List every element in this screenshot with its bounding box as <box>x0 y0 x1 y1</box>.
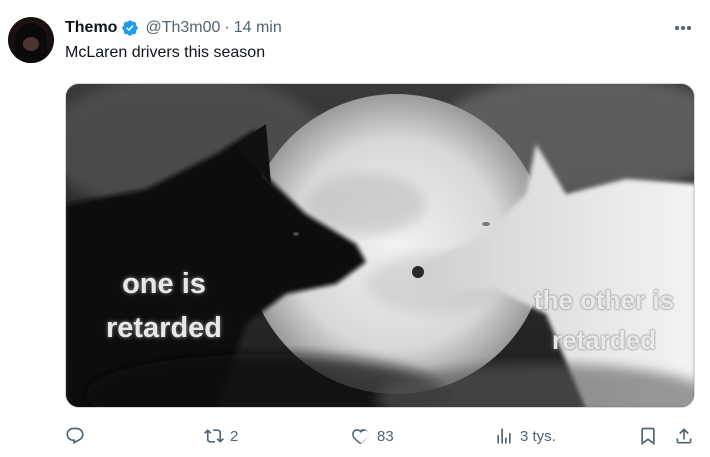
avatar[interactable] <box>8 17 54 63</box>
verified-badge-icon <box>121 19 139 37</box>
repost-button[interactable]: 2 <box>204 424 238 448</box>
views-button[interactable]: 3 tys. <box>494 424 556 448</box>
share-icon <box>676 428 692 444</box>
tweet-header: Themo @Th3m00 · 14 min <box>65 17 282 39</box>
tweet-time[interactable]: 14 min <box>234 19 282 37</box>
caption-right-line1: the other is <box>533 285 675 315</box>
avatar-face <box>23 37 39 51</box>
tweet-text: McLaren drivers this season <box>65 44 266 61</box>
caption-left: one is retarded <box>84 262 244 350</box>
repost-count: 2 <box>230 427 239 445</box>
tweet-image[interactable]: one is retarded the other is retarded <box>65 83 695 408</box>
caption-left-line2: retarded <box>105 312 223 344</box>
author-name[interactable]: Themo <box>65 19 117 37</box>
separator-dot: · <box>224 19 230 36</box>
bookmark-icon <box>641 427 655 446</box>
author-handle[interactable]: @Th3m00 <box>145 19 220 37</box>
share-button[interactable] <box>674 424 694 448</box>
caption-right-line2: retarded <box>551 325 657 355</box>
reply-icon <box>66 427 84 445</box>
caption-right: the other is retarded <box>514 280 694 360</box>
like-count: 83 <box>377 427 394 445</box>
like-button[interactable]: 83 <box>351 424 394 448</box>
views-count: 3 tys. <box>520 427 556 445</box>
reply-button[interactable] <box>65 424 91 448</box>
more-icon[interactable] <box>673 20 693 36</box>
like-icon <box>352 428 369 445</box>
bookmark-button[interactable] <box>638 424 658 448</box>
tweet-actions: 2 83 3 tys. <box>65 424 705 448</box>
views-icon <box>497 428 511 444</box>
repost-icon <box>204 429 224 443</box>
caption-left-line1: one is <box>122 268 206 300</box>
